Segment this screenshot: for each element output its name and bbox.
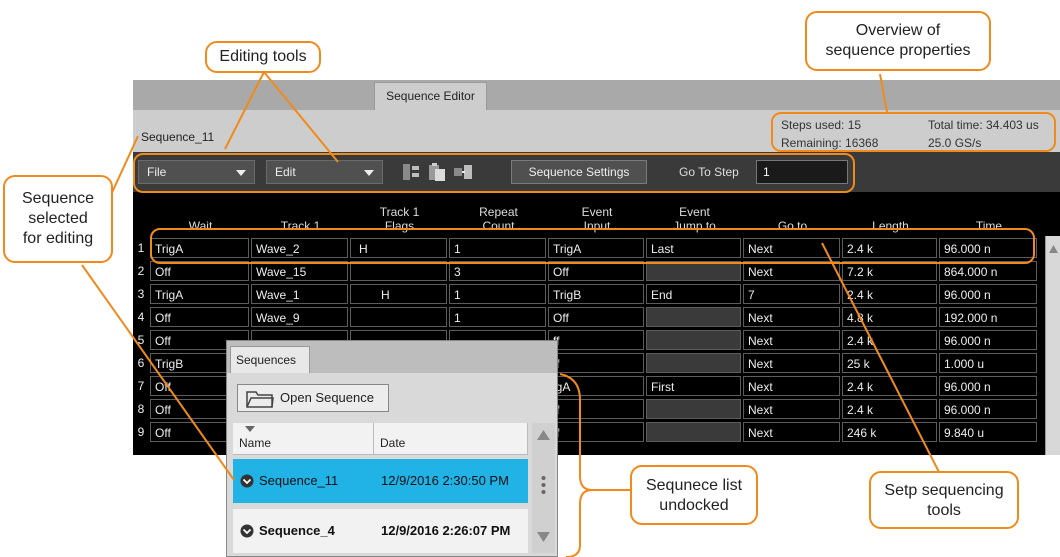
- callout-overview-line1: Overview of: [855, 22, 941, 39]
- callout-editing-tools-text: Editing tools: [219, 48, 307, 65]
- callout-step-tools-line1: Setp sequencing: [884, 482, 1004, 499]
- editing-tools-highlight: [133, 153, 855, 193]
- callout-editing-tools: Editing tools: [205, 41, 321, 73]
- callout-step-tools: Setp sequencing tools: [869, 471, 1019, 529]
- sequence-properties-highlight: [771, 112, 1056, 152]
- step-tools-highlight: [150, 228, 1035, 264]
- callout-selected-line2: selected: [28, 210, 88, 227]
- callout-undocked-line1: Sequnece list: [645, 477, 743, 494]
- callout-overview: Overview of sequence properties: [805, 11, 991, 71]
- callout-list-undocked: Sequnece list undocked: [630, 465, 758, 525]
- callout-step-tools-line2: tools: [927, 502, 961, 519]
- callout-selected-line1: Sequence: [21, 190, 95, 207]
- callout-selected-line3: for editing: [22, 230, 94, 247]
- callout-overview-line2: sequence properties: [825, 42, 971, 59]
- callout-undocked-line2: undocked: [659, 497, 729, 514]
- callout-sequence-selected: Sequence selected for editing: [3, 175, 113, 263]
